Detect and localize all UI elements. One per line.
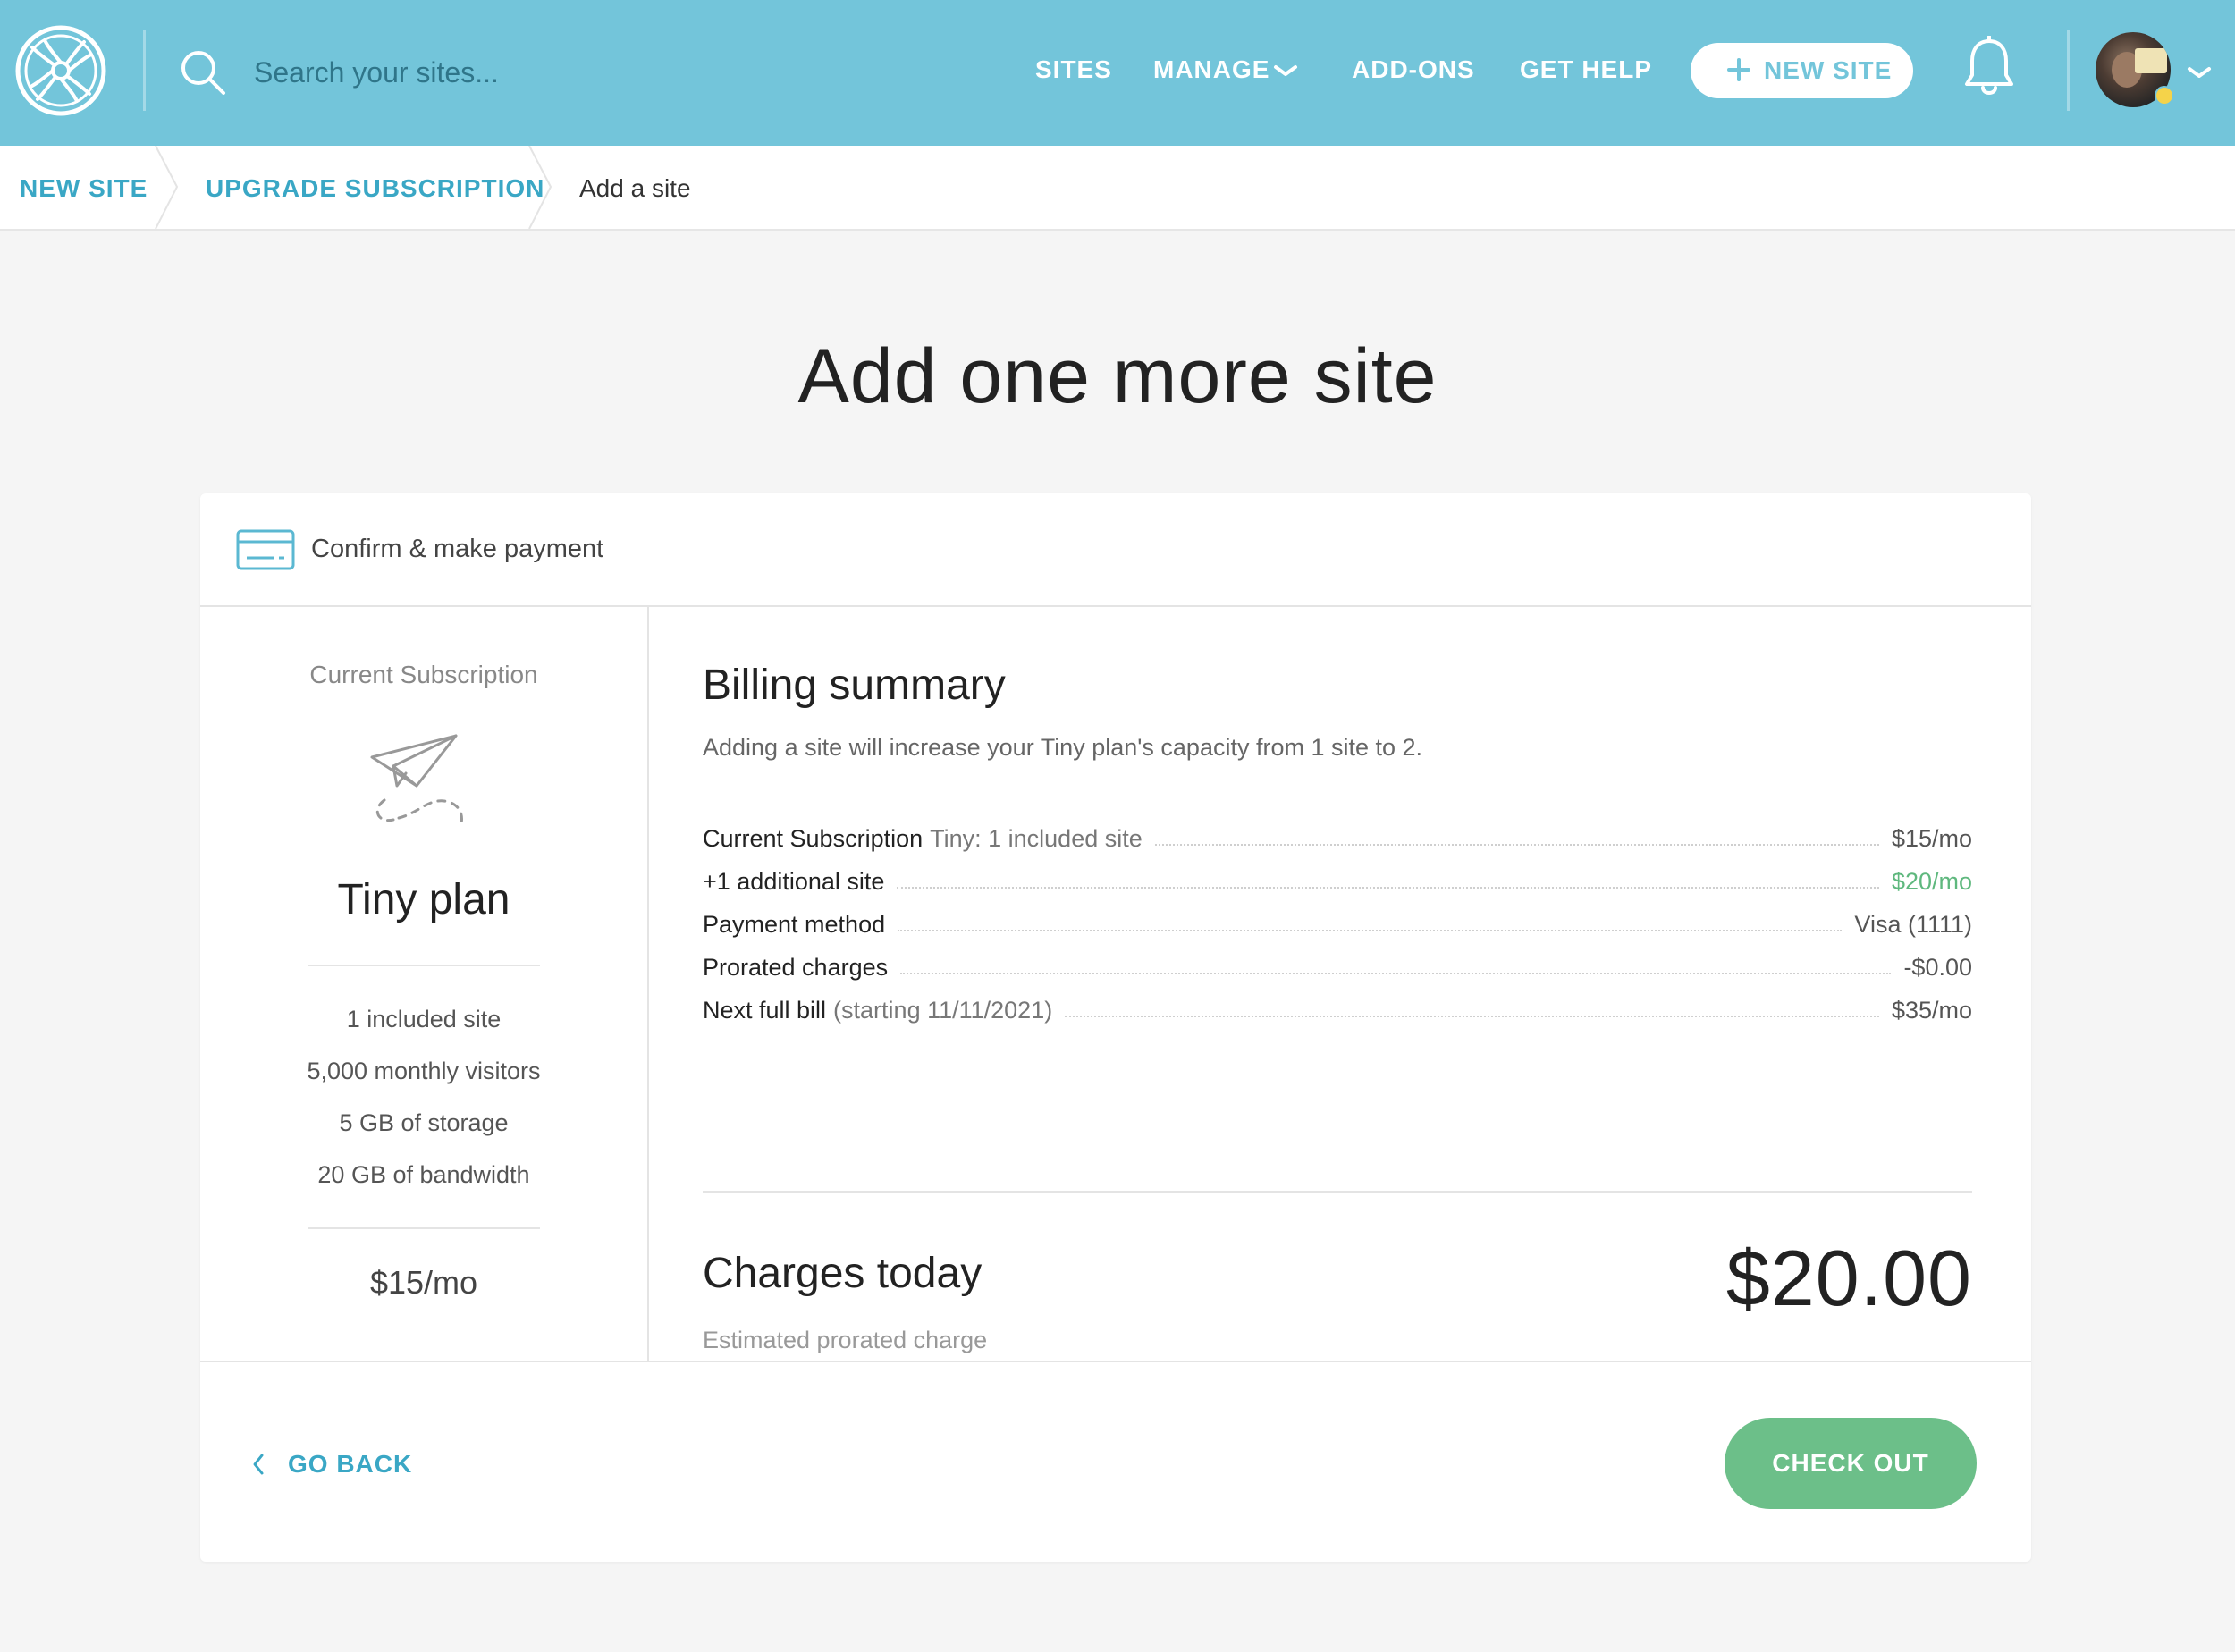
- search-input[interactable]: [252, 46, 792, 98]
- breadcrumb-new-site[interactable]: NEW SITE: [20, 174, 148, 203]
- billing-row: Current Subscription Tiny: 1 included si…: [703, 817, 1972, 853]
- new-site-button[interactable]: NEW SITE: [1691, 43, 1913, 98]
- card-footer: GO BACK CHECK OUT: [200, 1361, 2031, 1564]
- payment-card: Confirm & make payment Current Subscript…: [200, 493, 2031, 1562]
- billing-row-label: Current Subscription: [703, 825, 924, 852]
- billing-row-value: Visa (1111): [1854, 911, 1972, 938]
- billing-row-label: Payment method: [703, 911, 886, 938]
- avatar-background: [2135, 48, 2167, 73]
- plan-price: $15/mo: [369, 1264, 478, 1301]
- plus-icon: [1727, 58, 1750, 81]
- status-indicator: [2155, 86, 2174, 105]
- breadcrumb-upgrade-subscription[interactable]: UPGRADE SUBSCRIPTION: [206, 174, 544, 203]
- top-navigation-bar: SITES MANAGE ADD-ONS GET HELP NEW SITE: [0, 0, 2235, 146]
- charges-today-amount: $20.00: [1725, 1234, 1972, 1322]
- billing-row: Next full bill (starting 11/11/2021) $35…: [703, 989, 1972, 1024]
- billing-row-note: Tiny: 1 included site: [930, 825, 1143, 852]
- header-divider: [143, 30, 146, 111]
- nav-addons[interactable]: ADD-ONS: [1352, 55, 1475, 84]
- billing-row-label: Next full bill: [703, 997, 827, 1024]
- billing-row-value: $20/mo: [1891, 868, 1972, 895]
- breadcrumb-current: Add a site: [579, 174, 691, 202]
- dotted-leader: [898, 930, 1843, 931]
- current-subscription-panel: Current Subscription Tiny plan 1 include…: [200, 607, 649, 1361]
- breadcrumb-separator: [528, 146, 552, 229]
- nav-sites[interactable]: SITES: [1035, 55, 1112, 84]
- dotted-leader: [897, 887, 1879, 889]
- billing-summary-description: Adding a site will increase your Tiny pl…: [703, 734, 1423, 761]
- billing-row-label: Prorated charges: [703, 954, 889, 981]
- billing-row-label: +1 additional site: [703, 868, 885, 895]
- breadcrumb-separator: [155, 146, 179, 229]
- dotted-leader: [1065, 1016, 1879, 1017]
- check-out-button[interactable]: CHECK OUT: [1725, 1418, 1977, 1509]
- plan-feature: 5,000 monthly visitors: [307, 1058, 541, 1084]
- dotted-leader: [900, 973, 1892, 974]
- chevron-down-icon[interactable]: [2187, 64, 2212, 80]
- search-icon[interactable]: [179, 48, 227, 97]
- plan-feature: 5 GB of storage: [339, 1109, 509, 1136]
- billing-row-value: -$0.00: [1903, 954, 1972, 981]
- nav-manage[interactable]: MANAGE: [1153, 55, 1269, 84]
- billing-row: Prorated charges -$0.00: [703, 946, 1972, 982]
- plan-feature: 20 GB of bandwidth: [317, 1161, 530, 1188]
- new-site-button-label: NEW SITE: [1764, 56, 1893, 84]
- billing-row-value: $35/mo: [1891, 997, 1972, 1024]
- billing-summary-title: Billing summary: [703, 662, 1006, 709]
- charges-today-title: Charges today: [703, 1250, 983, 1297]
- billing-row: +1 additional site $20/mo: [703, 860, 1972, 896]
- header-divider: [2067, 30, 2070, 111]
- plan-name: Tiny plan: [337, 876, 510, 923]
- bell-icon[interactable]: [1963, 36, 2015, 98]
- chevron-down-icon[interactable]: [1273, 63, 1298, 79]
- flywheel-logo-icon[interactable]: [14, 24, 107, 117]
- billing-row-value: $15/mo: [1891, 825, 1972, 852]
- chevron-left-icon: [253, 1454, 264, 1475]
- divider: [308, 1227, 540, 1229]
- page-title: Add one more site: [797, 333, 1438, 419]
- charges-today-subtitle: Estimated prorated charge: [703, 1327, 988, 1353]
- divider: [703, 1191, 1972, 1193]
- dotted-leader: [1154, 844, 1879, 846]
- go-back-button[interactable]: GO BACK: [250, 1446, 412, 1482]
- billing-row: Payment method Visa (1111): [703, 903, 1972, 939]
- nav-get-help[interactable]: GET HELP: [1520, 55, 1652, 84]
- credit-card-icon: [236, 529, 295, 570]
- divider: [308, 965, 540, 966]
- card-header: Confirm & make payment: [200, 493, 2031, 607]
- billing-row-note: (starting 11/11/2021): [833, 997, 1053, 1024]
- current-subscription-label: Current Subscription: [309, 661, 538, 688]
- go-back-label: GO BACK: [288, 1450, 413, 1478]
- plan-feature: 1 included site: [346, 1006, 502, 1032]
- breadcrumb: NEW SITE UPGRADE SUBSCRIPTION Add a site: [0, 146, 2235, 231]
- card-title: Confirm & make payment: [311, 535, 604, 563]
- paper-plane-icon: [370, 734, 463, 825]
- billing-summary-panel: Billing summary Adding a site will incre…: [649, 607, 2031, 1361]
